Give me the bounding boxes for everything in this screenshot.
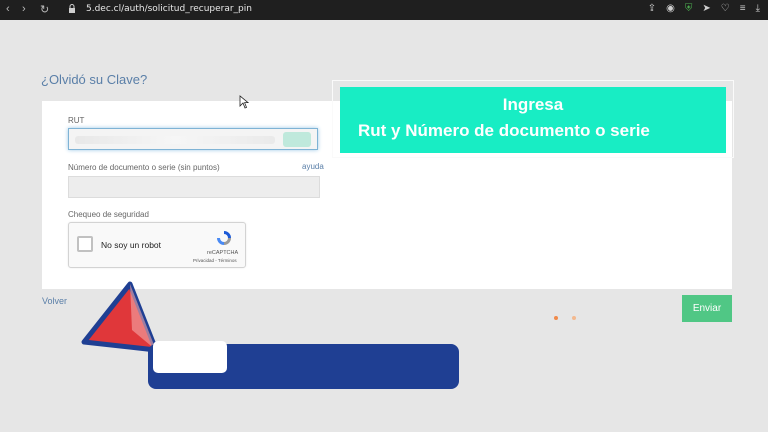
send-icon[interactable]: ➤ [702, 3, 710, 14]
shield-icon[interactable]: ⛨ [685, 3, 693, 14]
loading-dots [554, 316, 576, 320]
heart-icon[interactable]: ♡ [721, 3, 730, 14]
dot [572, 316, 576, 320]
overlay-line-1: Ingresa [502, 95, 564, 114]
share-icon[interactable]: ⇪ [648, 3, 656, 14]
menu-icon[interactable]: ≡ [740, 3, 746, 14]
dot [554, 316, 558, 320]
send-button[interactable]: Enviar [682, 295, 732, 322]
mouse-cursor-icon [239, 95, 249, 109]
camera-icon[interactable]: ◉ [666, 3, 675, 14]
rut-value-highlight [283, 132, 311, 147]
recaptcha-checkbox[interactable] [77, 236, 93, 252]
rut-input[interactable] [68, 128, 318, 150]
white-decoration-pill [153, 341, 227, 373]
recaptcha-logo-icon [217, 231, 231, 245]
page-title: ¿Olvidó su Clave? [41, 72, 148, 87]
forward-arrow-icon[interactable]: › [22, 3, 26, 15]
recaptcha-widget: No soy un robot reCAPTCHA Privacidad - T… [68, 222, 246, 268]
reload-icon[interactable]: ↻ [40, 3, 49, 16]
recaptcha-brand: reCAPTCHA [207, 250, 239, 256]
rut-value-blurred [75, 136, 275, 144]
back-link[interactable]: Volver [42, 296, 67, 306]
back-arrow-icon[interactable]: ‹ [6, 3, 10, 15]
help-link[interactable]: ayuda [302, 162, 324, 171]
security-label: Chequeo de seguridad [68, 210, 149, 219]
lock-icon [69, 4, 75, 13]
address-bar-url[interactable]: 5.dec.cl/auth/solicitud_recuperar_pin [86, 4, 252, 14]
recaptcha-text: No soy un robot [101, 240, 162, 250]
document-number-input[interactable] [68, 176, 320, 198]
doc-label: Número de documento o serie (sin puntos) [68, 163, 220, 172]
instruction-overlay: Ingresa Rut y Número de documento o seri… [340, 87, 726, 153]
overlay-line-2: Rut y Número de documento o serie [358, 121, 650, 140]
recaptcha-links[interactable]: Privacidad - Términos [193, 258, 237, 263]
browser-toolbar-icons: ⇪ ◉ ⛨ ➤ ♡ ≡ ⤓ [648, 3, 760, 14]
rut-label: RUT [68, 116, 85, 125]
download-icon[interactable]: ⤓ [756, 3, 760, 14]
browser-toolbar: ‹ › ↻ 5.dec.cl/auth/solicitud_recuperar_… [0, 0, 768, 20]
